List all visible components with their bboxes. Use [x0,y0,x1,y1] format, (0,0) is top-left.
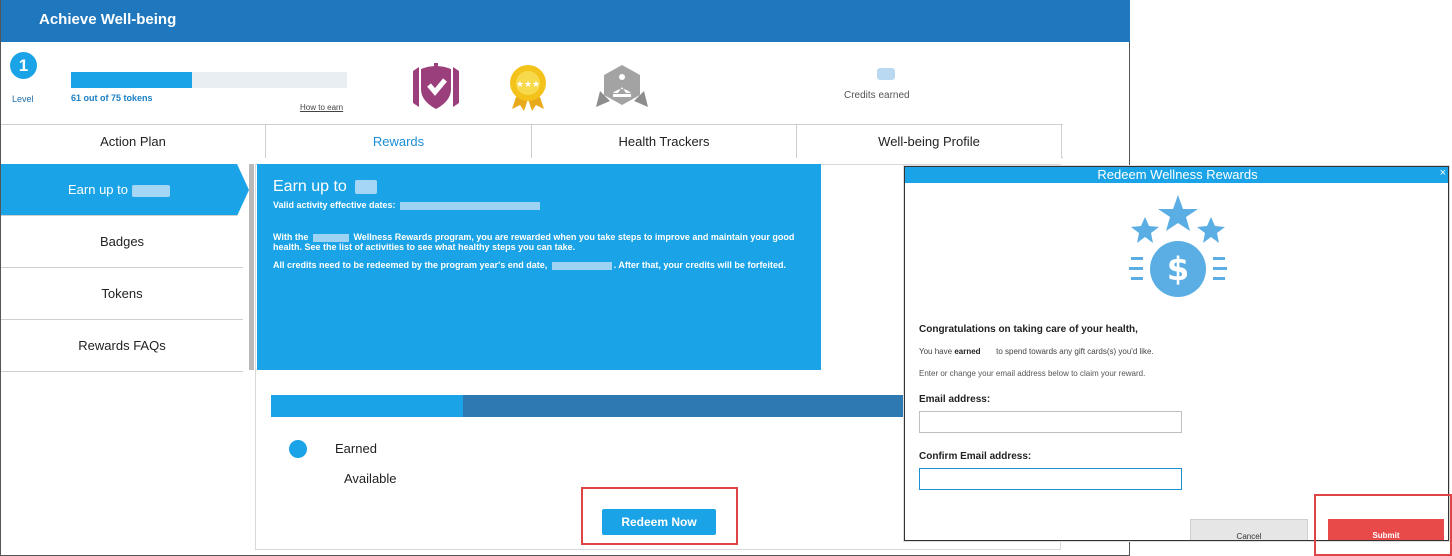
sidebar-item-tokens[interactable]: Tokens [1,268,243,320]
tokens-progress-bar [71,72,347,88]
rewards-sidebar: Earn up to Badges Tokens Rewards FAQs [1,164,249,374]
info-title: Earn up to [273,178,805,196]
tab-wellbeing-profile[interactable]: Well-being Profile [797,125,1062,158]
redacted-amount [355,179,378,194]
redacted-program [312,233,349,242]
redacted-dates [400,201,541,210]
meditation-badge-icon[interactable] [596,63,648,111]
submit-highlight-box [1314,494,1452,556]
legend-earned: Earned [335,441,377,456]
redacted-amount [132,184,170,197]
email-instructions: Enter or change your email address below… [919,369,1146,378]
redacted-date [551,261,612,270]
earned-legend-dot [289,440,307,458]
dollar-stars-icon: $ [1129,195,1227,297]
valid-dates: Valid activity effective dates: [273,200,805,210]
app-header: Achieve Well-being [1,0,1130,42]
level-label: Level [12,94,34,104]
how-to-earn-link[interactable]: How to earn [300,103,343,112]
page: Achieve Well-being 1 Level 61 out of 75 … [0,0,1452,556]
redeem-modal: Redeem Wellness Rewards × $ Congratulati… [904,166,1449,541]
app-title: Achieve Well-being [39,11,177,28]
modal-header: Redeem Wellness Rewards × [905,167,1448,183]
close-icon[interactable]: × [1440,167,1446,179]
credits-summary: You have earned to spend towards any gif… [919,347,1154,356]
credits-earned-fill [271,395,463,417]
confirm-email-label: Confirm Email address: [919,451,1032,462]
modal-title: Redeem Wellness Rewards [1097,167,1258,182]
program-description: With the Wellness Rewards program, you a… [273,232,795,252]
tokens-count: 61 out of 75 tokens [71,93,153,103]
tab-rewards[interactable]: Rewards [266,125,532,158]
shield-check-badge-icon[interactable] [409,63,463,111]
earn-info-panel: Earn up to Valid activity effective date… [257,164,821,370]
redeem-deadline-text: All credits need to be redeemed by the p… [273,260,786,270]
sidebar-item-label: Earn up to [68,182,128,197]
main-tabs: Action Plan Rewards Health Trackers Well… [1,124,1063,158]
active-arrow [237,164,249,216]
sidebar-item-earn-up-to[interactable]: Earn up to [1,164,249,216]
svg-text:★★★: ★★★ [516,80,540,90]
sidebar-item-badges[interactable]: Badges [1,216,243,268]
confirm-email-field[interactable] [919,468,1182,490]
congrats-text: Congratulations on taking care of your h… [919,324,1138,335]
email-field[interactable] [919,411,1182,433]
status-bar: 1 Level 61 out of 75 tokens How to earn [1,42,1061,124]
email-label: Email address: [919,394,991,405]
legend-available: Available [344,471,397,486]
cancel-button[interactable]: Cancel [1190,519,1308,540]
scrollbar[interactable] [249,164,254,370]
redeem-now-button[interactable]: Redeem Now [602,509,716,535]
credits-progress-bar [271,395,911,417]
sidebar-item-rewards-faqs[interactable]: Rewards FAQs [1,320,243,372]
credits-value-redacted [877,68,895,80]
credits-earned-label: Credits earned [844,90,910,101]
three-star-medal-icon[interactable]: ★★★ [504,63,552,113]
svg-text:$: $ [1167,250,1189,288]
tokens-progress-fill [71,72,193,88]
tab-action-plan[interactable]: Action Plan [1,125,266,158]
level-badge: 1 [10,52,37,79]
tab-health-trackers[interactable]: Health Trackers [532,125,797,158]
